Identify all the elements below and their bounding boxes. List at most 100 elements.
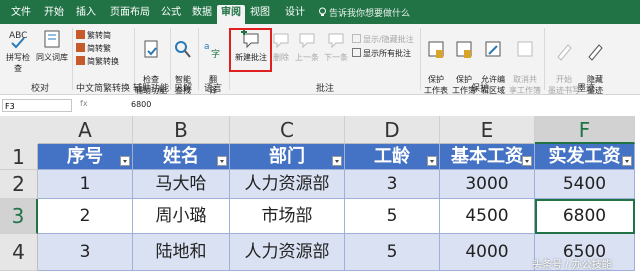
hide-ink-icon [588,44,603,61]
delete-comment-button[interactable]: 删除 [271,28,291,63]
tab-home[interactable]: 开始 [40,5,68,24]
convert-button[interactable]: 简繁转换 [76,56,119,67]
group-comments-label: 批注 [315,84,334,94]
svg-text:字: 字 [211,48,220,60]
row-header-2[interactable]: 2 [0,170,38,199]
table-cell[interactable]: 2 [38,199,133,234]
spelling-button[interactable]: ABC 拼写检查 [3,28,33,74]
inking-icon [557,44,572,61]
unshare-workbook-button[interactable]: 取消共 享工作簿 [508,28,542,96]
filter-dropdown-icon[interactable] [332,156,342,166]
row-header-1[interactable]: 1 [0,144,38,170]
group-ink-label: 墨迹 [576,84,595,94]
group-proofing-label: 校对 [30,84,49,94]
book-icon [44,30,60,48]
protect-sheet-button[interactable]: 保护 工作表 [422,28,450,96]
show-comment-icon [352,34,361,43]
name-box[interactable]: F3 [2,99,72,112]
filter-dropdown-icon[interactable] [622,156,632,166]
table-cell[interactable]: 周小璐 [133,199,230,234]
tab-file[interactable]: 文件 [6,5,36,24]
svg-text:a: a [204,42,210,52]
accessibility-icon [144,40,158,58]
tab-formulas[interactable]: 公式 [157,5,185,24]
table-cell[interactable]: 4500 [440,199,535,234]
table-cell[interactable]: 人力资源部 [230,170,345,199]
spelling-label: 拼写检查 [6,53,30,73]
table-header-cell[interactable]: 基本工资 [440,144,535,170]
select-all-corner[interactable] [0,116,39,145]
allow-edit-icon [485,41,501,57]
to-traditional-button[interactable]: 繁转简 [76,30,111,41]
next-comment-button[interactable]: 下一条 [322,28,350,63]
delete-comment-icon [273,33,289,49]
group-divider [544,28,545,90]
table-cell[interactable]: 人力资源部 [230,234,345,271]
thesaurus-label: 同义词库 [36,53,68,62]
formula-input[interactable]: 6800 [131,100,151,109]
simp-icon [76,43,85,52]
table-header-cell[interactable]: 部门 [230,144,345,170]
tab-design[interactable]: 设计 [281,5,309,24]
table-cell[interactable]: 1 [38,170,133,199]
watermark: 头条号 / 办公技能 [532,260,612,271]
protect-workbook-icon [456,41,472,58]
delete-comment-label: 删除 [273,53,289,62]
column-header-f[interactable]: F [535,116,635,144]
tab-insert[interactable]: 插入 [72,5,100,24]
tab-view[interactable]: 视图 [246,5,274,24]
group-protect-label: 保护 [470,84,489,94]
table-header-cell[interactable]: 姓名 [133,144,230,170]
tell-me-text: 告诉我你想要做什么 [329,9,411,19]
filter-dropdown-icon[interactable] [427,156,437,166]
previous-comment-button[interactable]: 上一条 [293,28,321,63]
trad-icon [76,30,85,39]
tab-data[interactable]: 数据 [188,5,216,24]
thesaurus-button[interactable]: 同义词库 [36,28,68,63]
column-header-b[interactable]: B [133,116,230,144]
svg-text:ABC: ABC [9,31,27,41]
tell-me-box[interactable]: 告诉我你想要做什么 [318,6,410,19]
tab-page-layout[interactable]: 页面布局 [104,5,156,24]
table-cell[interactable]: 陆地和 [133,234,230,271]
table-cell[interactable]: 3 [38,234,133,271]
ribbon-review: ABC 拼写检查 同义词库 校对 繁转简 简转繁 简繁转换 中文简繁转换 检查 … [0,24,640,95]
group-language-label: 语言 [203,84,222,94]
table-cell[interactable]: 3 [345,170,440,199]
show-all-comments-button[interactable]: 显示所有批注 [352,48,411,59]
table-header-cell[interactable]: 实发工资 [535,144,635,170]
new-comment-highlight [229,28,272,72]
to-simplified-button[interactable]: 简转繁 [76,43,111,54]
table-cell[interactable]: 马大哈 [133,170,230,199]
column-header-e[interactable]: E [440,116,535,144]
table-cell[interactable]: 4000 [440,234,535,271]
tab-review[interactable]: 审阅 [217,5,245,24]
table-cell[interactable]: 5 [345,234,440,271]
table-header-cell[interactable]: 工龄 [345,144,440,170]
table-cell[interactable]: 市场部 [230,199,345,234]
group-divider [420,28,421,90]
spellcheck-icon: ABC [9,31,27,49]
group-accessibility-label: 辅助功能 [132,84,169,94]
column-header-d[interactable]: D [345,116,440,144]
row-header-4[interactable]: 4 [0,234,38,271]
formula-bar: F3 fx 6800 [0,96,640,117]
protect-sheet-icon [428,41,444,58]
show-hide-comment-button[interactable]: 显示/隐藏批注 [352,34,414,45]
filter-dropdown-icon[interactable] [217,156,227,166]
group-chinese-label: 中文简繁转换 [75,84,130,94]
row-header-3[interactable]: 3 [0,199,38,234]
table-cell[interactable]: 3000 [440,170,535,199]
filter-dropdown-icon[interactable] [120,156,130,166]
table-header-cell[interactable]: 序号 [38,144,133,170]
column-header-a[interactable]: A [38,116,133,144]
translate-icon: a字 [204,42,220,60]
table-cell[interactable]: 5400 [535,170,635,199]
column-header-c[interactable]: C [230,116,345,144]
spreadsheet-grid: A B C D E F 1 2 3 4 序号 姓名 部门 工龄 基本工资 实发工… [0,116,640,271]
previous-comment-label: 上一条 [295,53,319,62]
table-cell[interactable]: 5 [345,199,440,234]
fx-icon[interactable]: fx [80,99,88,108]
next-comment-icon [328,33,344,49]
filter-dropdown-icon[interactable] [522,156,532,166]
